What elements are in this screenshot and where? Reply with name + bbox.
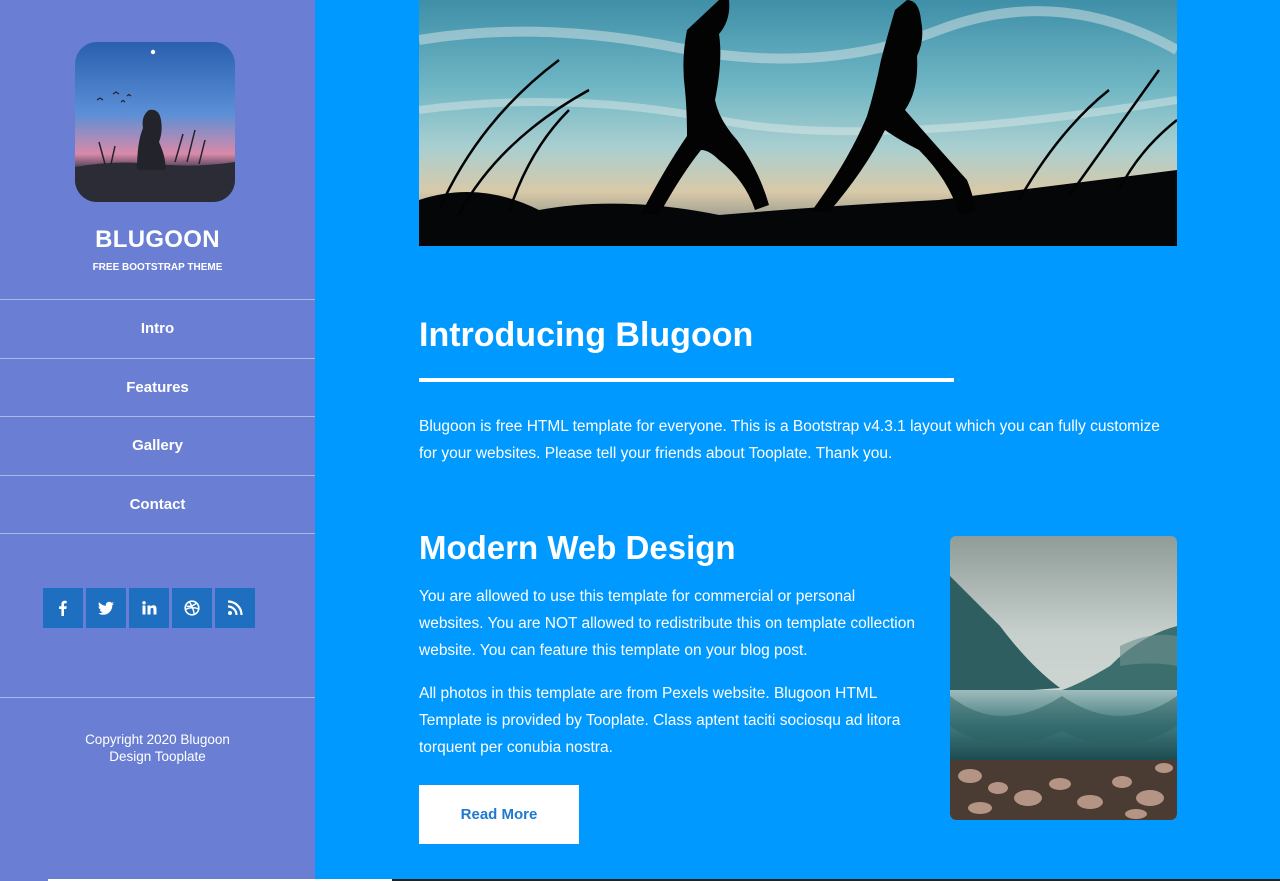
- dribbble-button[interactable]: [172, 588, 212, 628]
- rss-button[interactable]: [215, 588, 255, 628]
- sidebar-nav: Intro Features Gallery Contact: [0, 299, 315, 534]
- nav-item-contact[interactable]: Contact: [0, 476, 315, 534]
- hero-image: [419, 0, 1177, 246]
- lake-image: [950, 536, 1177, 820]
- copyright-line-1: Copyright 2020 Blugoon: [85, 732, 230, 747]
- linkedin-button[interactable]: [129, 588, 169, 628]
- nav-item-gallery[interactable]: Gallery: [0, 417, 315, 476]
- nav-item-intro[interactable]: Intro: [0, 300, 315, 359]
- nav-item-features[interactable]: Features: [0, 359, 315, 417]
- section-paragraph-2: All photos in this template are from Pex…: [419, 685, 901, 756]
- linkedin-icon: [142, 601, 157, 615]
- facebook-icon: [59, 600, 67, 616]
- read-more-button[interactable]: Read More: [419, 785, 579, 844]
- sidebar-divider: [0, 697, 315, 698]
- brand-tagline: FREE BOOTSTRAP THEME: [92, 262, 223, 273]
- section-title: Modern Web Design: [419, 529, 736, 566]
- social-links: [43, 588, 255, 628]
- rss-icon: [227, 600, 243, 616]
- twitter-icon: [98, 601, 114, 615]
- section-paragraph-1: You are allowed to use this template for…: [419, 588, 915, 659]
- copyright-line-2: Design Tooplate: [109, 749, 206, 764]
- facebook-button[interactable]: [43, 588, 83, 628]
- intro-divider: [419, 378, 954, 382]
- intro-title: Introducing Blugoon: [419, 316, 754, 354]
- sidebar: BLUGOON FREE BOOTSTRAP THEME Intro Featu…: [0, 0, 315, 881]
- copyright: Copyright 2020 Blugoon Design Tooplate: [0, 731, 315, 765]
- dribbble-icon: [184, 600, 200, 616]
- twitter-button[interactable]: [86, 588, 126, 628]
- intro-text: Blugoon is free HTML template for everyo…: [419, 418, 1160, 462]
- logo-image: [75, 42, 235, 202]
- brand-name: BLUGOON: [95, 226, 220, 253]
